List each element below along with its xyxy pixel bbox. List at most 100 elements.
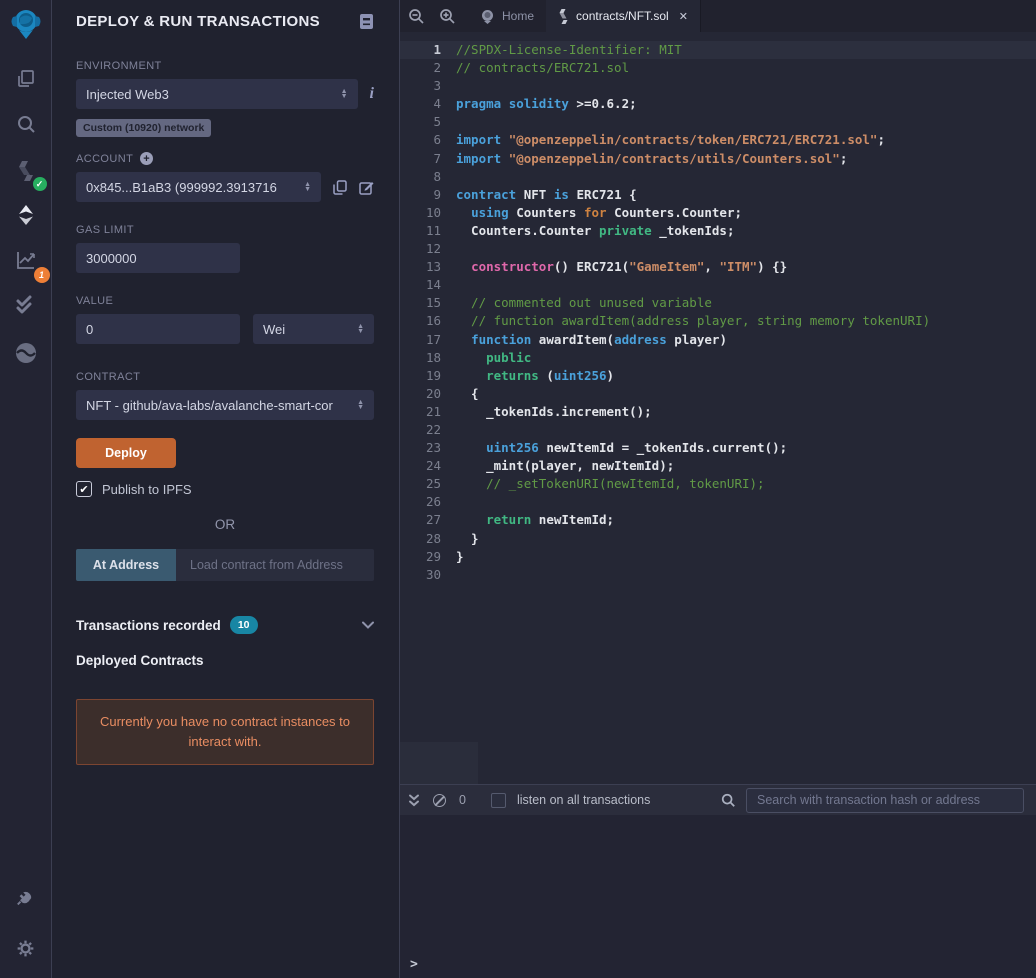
- code-line[interactable]: 5: [400, 113, 1036, 131]
- code-line[interactable]: 11 Counters.Counter private _tokenIds;: [400, 222, 1036, 240]
- code-line[interactable]: 2 // contracts/ERC721.sol: [400, 59, 1036, 77]
- tab-home[interactable]: Home: [468, 0, 546, 32]
- line-number: 6: [433, 132, 441, 148]
- publish-ipfs-checkbox[interactable]: ✔: [76, 481, 92, 497]
- solidity-compiler-icon[interactable]: ✓: [8, 153, 47, 191]
- code-line[interactable]: 29}: [400, 548, 1036, 566]
- account-label-text: ACCOUNT: [76, 152, 134, 165]
- line-number: 20: [425, 385, 441, 401]
- code-line[interactable]: 26: [400, 493, 1036, 511]
- code-line[interactable]: 17 function awardItem(address player): [400, 331, 1036, 349]
- zoom-out-icon[interactable]: [408, 8, 425, 25]
- code-line[interactable]: 13 constructor() ERC721("GameItem", "ITM…: [400, 258, 1036, 276]
- line-number: 14: [425, 277, 441, 293]
- code-line[interactable]: 6 import "@openzeppelin/contracts/token/E…: [400, 131, 1036, 149]
- code-line[interactable]: 14: [400, 276, 1036, 294]
- code-line[interactable]: 30: [400, 566, 1036, 584]
- plugin-manager-icon[interactable]: [8, 880, 44, 916]
- code-line[interactable]: 24 _mint(player, newItemId);: [400, 457, 1036, 475]
- code-text: Counters.Counter private _tokenIds;: [456, 222, 735, 238]
- terminal-search-icon: [721, 793, 735, 807]
- code-line[interactable]: 4 pragma solidity >=0.6.2;: [400, 95, 1036, 113]
- chevron-down-icon[interactable]: [362, 621, 374, 629]
- code-text: }: [456, 530, 479, 546]
- code-text: //SPDX-License-Identifier: MIT: [456, 42, 682, 57]
- code-line[interactable]: 27 return newItemId;: [400, 511, 1036, 529]
- code-line[interactable]: 15 // commented out unused variable: [400, 294, 1036, 312]
- listen-transactions-checkbox[interactable]: [490, 792, 506, 808]
- compiler-success-badge: ✓: [32, 177, 47, 191]
- code-line[interactable]: 7 import "@openzeppelin/contracts/utils/C…: [400, 150, 1036, 168]
- code-text: _tokenIds.increment();: [456, 403, 652, 419]
- contract-select[interactable]: NFT - github/ava-labs/avalanche-smart-co…: [76, 390, 374, 420]
- copy-account-icon[interactable]: [333, 179, 347, 195]
- line-number: 8: [433, 168, 441, 184]
- environment-info-icon[interactable]: i: [370, 85, 374, 103]
- environment-select[interactable]: Injected Web3 ▲ ▼: [76, 79, 358, 109]
- value-input[interactable]: [76, 314, 240, 344]
- code-line[interactable]: 22: [400, 421, 1036, 439]
- at-address-button[interactable]: At Address: [76, 549, 176, 581]
- code-text: // _setTokenURI(newItemId, tokenURI);: [456, 476, 765, 492]
- terminal-search-input[interactable]: [746, 787, 1024, 813]
- terminal-output[interactable]: >: [400, 815, 1036, 978]
- analytics-count-badge: 1: [33, 267, 50, 283]
- edit-account-icon[interactable]: [359, 180, 374, 195]
- line-number: 28: [425, 530, 441, 546]
- deploy-run-panel: DEPLOY & RUN TRANSACTIONS ENVIRONMENT In…: [52, 0, 400, 978]
- code-text: {: [456, 385, 479, 401]
- home-tab-icon: [482, 9, 493, 24]
- debugger-icon[interactable]: [8, 335, 44, 371]
- code-text: constructor() ERC721("GameItem", "ITM") …: [471, 259, 788, 275]
- code-line[interactable]: 20 {: [400, 385, 1036, 403]
- tab-nft-sol[interactable]: contracts/NFT.sol ✕: [546, 0, 701, 32]
- create-account-icon[interactable]: +: [140, 152, 154, 165]
- gas-limit-label: GAS LIMIT: [76, 224, 134, 236]
- deploy-run-icon[interactable]: [8, 197, 44, 233]
- line-number: 3: [433, 78, 441, 94]
- code-line[interactable]: 1 //SPDX-License-Identifier: MIT: [400, 41, 1036, 60]
- icon-panel: ✓ 1: [0, 0, 52, 978]
- code-line[interactable]: 21 _tokenIds.increment();: [400, 403, 1036, 421]
- code-text: contract NFT is ERC721 {: [456, 186, 637, 202]
- line-number: 21: [425, 403, 441, 419]
- tab-file-label: contracts/NFT.sol: [576, 9, 669, 23]
- clear-console-icon[interactable]: [433, 793, 446, 807]
- zoom-in-icon[interactable]: [439, 8, 456, 25]
- at-address-input[interactable]: [176, 549, 374, 581]
- terminal-collapse-icon[interactable]: [408, 794, 420, 807]
- code-line[interactable]: 3: [400, 77, 1036, 95]
- code-line[interactable]: 28 }: [400, 530, 1036, 548]
- settings-icon[interactable]: [8, 930, 44, 966]
- line-number: 10: [425, 204, 441, 220]
- or-divider: OR: [214, 517, 236, 532]
- account-select[interactable]: 0x845...B1aB3 (999992.3913716 ▲ ▼: [76, 172, 321, 202]
- value-unit-select[interactable]: Wei ▲ ▼: [253, 314, 374, 344]
- close-tab-icon[interactable]: ✕: [679, 10, 688, 23]
- code-line[interactable]: 12: [400, 240, 1036, 258]
- code-line[interactable]: 9 contract NFT is ERC721 {: [400, 186, 1036, 204]
- code-editor[interactable]: 1 //SPDX-License-Identifier: MIT 2 // contr…: [400, 32, 1036, 784]
- file-explorer-icon[interactable]: [8, 61, 44, 97]
- code-line[interactable]: 8: [400, 168, 1036, 186]
- code-line[interactable]: 19 returns (uint256): [400, 367, 1036, 385]
- contract-value: NFT - github/ava-labs/avalanche-smart-co…: [86, 397, 333, 413]
- code-line[interactable]: 18 public: [400, 349, 1036, 367]
- gas-limit-input[interactable]: [76, 243, 240, 273]
- analytics-icon[interactable]: 1: [8, 242, 50, 283]
- remix-logo-icon[interactable]: [8, 7, 44, 43]
- value-unit: Wei: [263, 321, 286, 337]
- code-line[interactable]: 23 uint256 newItemId = _tokenIds.current…: [400, 439, 1036, 457]
- deploy-button[interactable]: Deploy: [76, 438, 176, 468]
- search-icon[interactable]: [8, 106, 44, 142]
- unit-testing-icon[interactable]: [8, 287, 44, 323]
- code-line[interactable]: 25 // _setTokenURI(newItemId, tokenURI);: [400, 475, 1036, 493]
- documentation-book-icon[interactable]: [359, 13, 374, 30]
- code-line[interactable]: 10 using Counters for Counters.Counter;: [400, 204, 1036, 222]
- code-line[interactable]: 16 // function awardItem(address player,…: [400, 312, 1036, 330]
